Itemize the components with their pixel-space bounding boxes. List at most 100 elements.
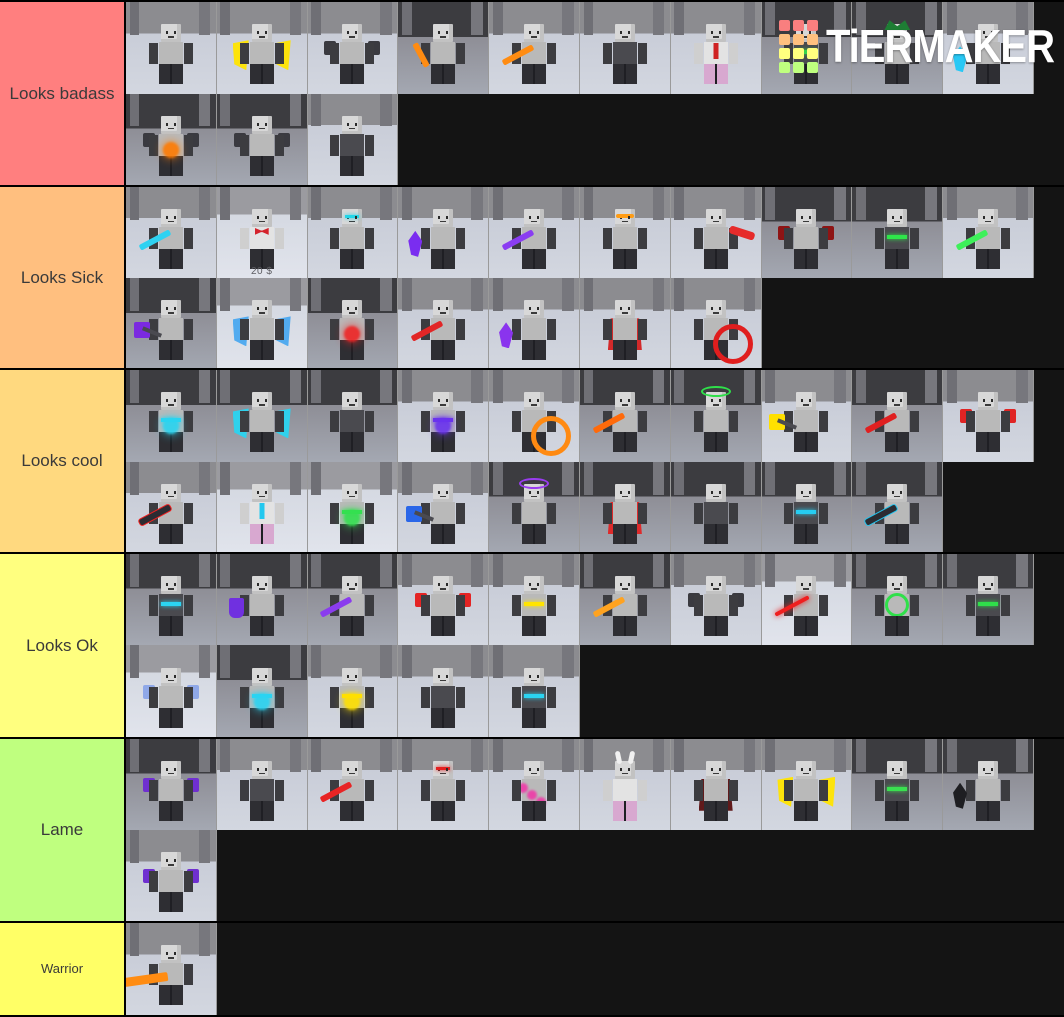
tier-item[interactable] xyxy=(943,2,1034,94)
tier-item[interactable] xyxy=(216,461,308,552)
tier-item[interactable] xyxy=(216,553,308,646)
tier-items-container[interactable] xyxy=(126,738,1064,922)
tier-item[interactable] xyxy=(852,370,944,462)
tier-item[interactable] xyxy=(670,2,762,94)
tier-item[interactable] xyxy=(398,553,490,646)
tier-items-container[interactable] xyxy=(126,2,1064,185)
tier-item[interactable] xyxy=(216,738,308,831)
tier-item[interactable] xyxy=(126,93,217,185)
tier-item[interactable] xyxy=(579,553,671,646)
tier-item[interactable] xyxy=(489,2,580,94)
tier-item[interactable] xyxy=(398,738,490,831)
tier-item[interactable] xyxy=(489,278,580,369)
tier-item[interactable] xyxy=(670,461,762,552)
tier-label[interactable]: Looks badass xyxy=(0,2,126,185)
empty-slot-area[interactable] xyxy=(579,645,1064,737)
tier-item[interactable]: 20 $ xyxy=(216,186,308,279)
empty-slot-area[interactable] xyxy=(398,93,1064,185)
tier-item[interactable] xyxy=(761,553,853,646)
tier-item[interactable] xyxy=(307,186,399,279)
tier-item[interactable] xyxy=(126,370,217,462)
tier-item[interactable] xyxy=(126,278,217,369)
tier-item[interactable] xyxy=(943,553,1034,646)
tier-item[interactable] xyxy=(579,370,671,462)
tier-item[interactable] xyxy=(307,2,399,94)
tier-item[interactable] xyxy=(398,645,490,737)
background-pillar xyxy=(583,738,594,772)
tier-items-container[interactable] xyxy=(126,553,1064,737)
tier-item[interactable] xyxy=(852,2,944,94)
legs xyxy=(340,155,365,176)
tier-item[interactable] xyxy=(126,2,217,94)
empty-slot-area[interactable] xyxy=(761,278,1064,369)
tier-item[interactable] xyxy=(670,278,762,369)
tier-item[interactable] xyxy=(489,738,580,831)
tier-item[interactable] xyxy=(579,461,671,552)
tier-item[interactable] xyxy=(307,278,399,369)
tier-item[interactable] xyxy=(307,93,399,185)
tier-item[interactable] xyxy=(216,93,308,185)
head xyxy=(251,576,272,595)
tier-item[interactable] xyxy=(307,553,399,646)
empty-slot-area[interactable] xyxy=(216,923,1064,1015)
empty-slot-area[interactable] xyxy=(943,461,1064,552)
tier-item[interactable] xyxy=(216,2,308,94)
tier-item[interactable] xyxy=(670,186,762,279)
tier-item[interactable] xyxy=(670,370,762,462)
tier-items-container[interactable] xyxy=(126,370,1064,552)
torso xyxy=(158,685,183,708)
tier-item[interactable] xyxy=(126,461,217,552)
tier-item[interactable] xyxy=(126,186,217,279)
tier-item[interactable] xyxy=(398,278,490,369)
tier-item[interactable] xyxy=(852,738,944,831)
tier-item[interactable] xyxy=(126,830,217,922)
tier-item[interactable] xyxy=(398,370,490,462)
tier-item[interactable] xyxy=(579,2,671,94)
tier-item[interactable] xyxy=(307,738,399,831)
tier-item[interactable] xyxy=(398,2,490,94)
tier-item[interactable] xyxy=(307,461,399,552)
tier-item[interactable] xyxy=(489,553,580,646)
tier-item[interactable] xyxy=(216,278,308,369)
tier-item[interactable] xyxy=(943,186,1034,279)
tier-items-container[interactable]: 20 $ xyxy=(126,186,1064,369)
tier-item[interactable] xyxy=(761,370,853,462)
tier-item[interactable] xyxy=(579,738,671,831)
tier-item[interactable] xyxy=(489,461,580,552)
tier-item[interactable] xyxy=(761,461,853,552)
tier-item[interactable] xyxy=(398,461,490,552)
arm-left xyxy=(330,227,340,249)
tier-label[interactable]: Looks Sick xyxy=(0,186,126,369)
tier-item[interactable] xyxy=(761,738,853,831)
tier-label[interactable]: Warrior xyxy=(0,923,126,1016)
tier-item[interactable] xyxy=(579,278,671,369)
tier-item[interactable] xyxy=(670,553,762,646)
tier-item[interactable] xyxy=(852,553,944,646)
tier-item[interactable] xyxy=(126,738,217,831)
tier-item[interactable] xyxy=(126,923,217,1015)
tier-row-looks-ok: Looks Ok xyxy=(0,553,1064,739)
tier-item[interactable] xyxy=(126,645,217,737)
tier-label[interactable]: Looks cool xyxy=(0,370,126,552)
tier-item[interactable] xyxy=(489,370,580,462)
tier-item[interactable] xyxy=(216,370,308,462)
tier-item[interactable] xyxy=(489,645,580,737)
tier-item[interactable] xyxy=(852,186,944,279)
tier-item[interactable] xyxy=(126,553,217,646)
tier-item[interactable] xyxy=(398,186,490,279)
tier-item[interactable] xyxy=(943,370,1034,462)
tier-item[interactable] xyxy=(579,186,671,279)
tier-item[interactable] xyxy=(307,645,399,737)
tier-items-container[interactable] xyxy=(126,923,1064,1016)
tier-item[interactable] xyxy=(943,738,1034,831)
tier-item[interactable] xyxy=(489,186,580,279)
tier-item[interactable] xyxy=(761,186,853,279)
tier-item[interactable] xyxy=(307,370,399,462)
tier-label[interactable]: Lame xyxy=(0,738,126,922)
tier-label[interactable]: Looks Ok xyxy=(0,553,126,737)
tier-item[interactable] xyxy=(670,738,762,831)
tier-item[interactable] xyxy=(216,645,308,737)
tier-item[interactable] xyxy=(852,461,944,552)
tier-item[interactable] xyxy=(761,2,853,94)
empty-slot-area[interactable] xyxy=(216,830,1064,922)
